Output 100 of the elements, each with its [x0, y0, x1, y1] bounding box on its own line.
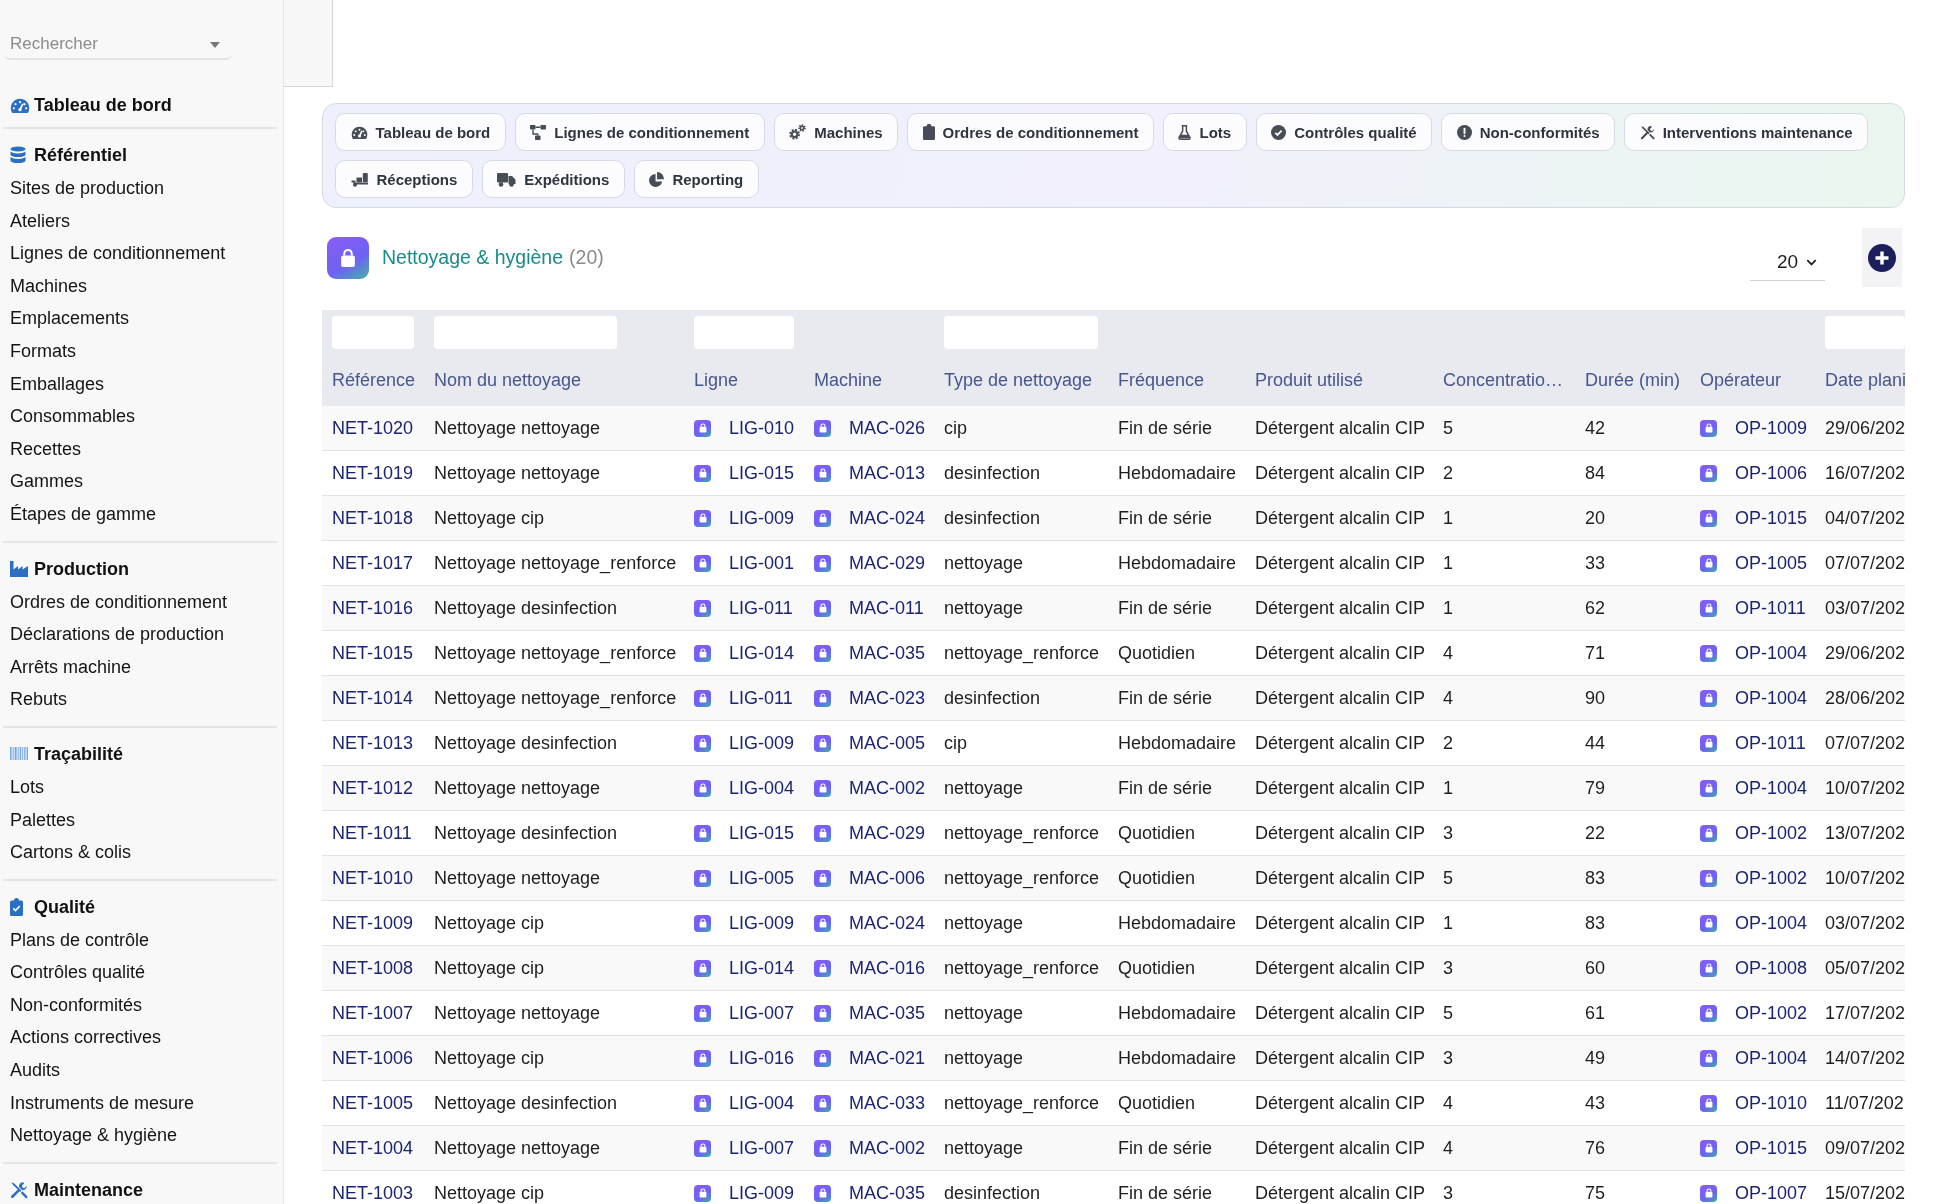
record-link[interactable]: NET-1012: [332, 778, 414, 798]
record-link[interactable]: LIG-014: [729, 643, 795, 663]
sidebar-item[interactable]: Sites de production: [0, 172, 283, 205]
sidebar-heading[interactable]: Référentiel: [34, 143, 128, 167]
sidebar-item[interactable]: Arrêts machine: [0, 650, 283, 684]
record-link[interactable]: MAC-021: [849, 1048, 926, 1068]
column-header[interactable]: Machine: [814, 370, 883, 390]
sidebar-item[interactable]: Déclarations de production: [0, 618, 283, 651]
record-link[interactable]: NET-1008: [332, 958, 414, 978]
record-link[interactable]: OP-1002: [1735, 823, 1808, 843]
record-link[interactable]: MAC-035: [849, 1003, 926, 1023]
sidebar-item[interactable]: Machines: [0, 269, 283, 303]
sidebar-item[interactable]: Contrôles qualité: [0, 956, 283, 989]
record-link[interactable]: MAC-013: [849, 463, 926, 483]
record-link[interactable]: MAC-002: [849, 778, 926, 798]
sidebar-item[interactable]: Emplacements: [0, 302, 283, 335]
sidebar-item[interactable]: Cartons & colis: [0, 836, 283, 869]
sidebar-item[interactable]: Palettes: [0, 803, 283, 837]
record-link[interactable]: OP-1004: [1735, 1048, 1808, 1068]
sidebar-item[interactable]: Nettoyage & hygiène: [0, 1119, 283, 1152]
column-header[interactable]: Date plani: [1825, 370, 1907, 390]
record-link[interactable]: OP-1007: [1735, 1183, 1808, 1203]
record-link[interactable]: OP-1004: [1735, 643, 1808, 663]
nav-tab[interactable]: Reporting: [633, 160, 759, 198]
record-link[interactable]: NET-1006: [332, 1048, 414, 1068]
nav-tab[interactable]: Machines: [773, 113, 899, 151]
sidebar-item[interactable]: Étapes de gamme: [0, 497, 283, 531]
record-link[interactable]: LIG-005: [729, 868, 795, 888]
record-link[interactable]: NET-1018: [332, 508, 414, 528]
record-link[interactable]: OP-1005: [1735, 553, 1808, 573]
sidebar-item[interactable]: Formats: [0, 334, 283, 368]
record-link[interactable]: NET-1004: [332, 1138, 414, 1158]
record-link[interactable]: OP-1006: [1735, 463, 1808, 483]
record-link[interactable]: OP-1011: [1735, 733, 1806, 753]
record-link[interactable]: NET-1005: [332, 1093, 414, 1113]
nav-tab[interactable]: Non-conformités: [1441, 113, 1616, 151]
record-link[interactable]: LIG-011: [729, 688, 793, 708]
record-link[interactable]: NET-1016: [332, 598, 414, 618]
record-link[interactable]: MAC-005: [849, 733, 926, 753]
sidebar-heading[interactable]: Tableau de bord: [34, 93, 172, 117]
record-link[interactable]: MAC-024: [849, 913, 926, 933]
record-link[interactable]: MAC-029: [849, 553, 926, 573]
nav-tab[interactable]: Interventions maintenance: [1624, 113, 1869, 151]
sidebar-item[interactable]: Lots: [0, 770, 283, 804]
sidebar-heading[interactable]: Maintenance: [34, 1177, 144, 1202]
nav-tab[interactable]: Contrôles qualité: [1255, 113, 1433, 151]
record-link[interactable]: OP-1015: [1735, 1138, 1808, 1158]
record-link[interactable]: LIG-004: [729, 778, 795, 798]
sidebar-item[interactable]: Plans de contrôle: [0, 923, 283, 957]
nav-tab[interactable]: Lignes de conditionnement: [514, 113, 765, 151]
sidebar-item[interactable]: Rebuts: [0, 683, 283, 716]
column-header[interactable]: Fréquence: [1118, 370, 1205, 390]
record-link[interactable]: LIG-009: [729, 733, 795, 753]
column-header[interactable]: Produit utilisé: [1255, 370, 1364, 390]
record-link[interactable]: OP-1002: [1735, 868, 1808, 888]
sidebar-item[interactable]: Recettes: [0, 432, 283, 466]
sidebar-item[interactable]: Non-conformités: [0, 988, 283, 1022]
record-link[interactable]: LIG-014: [729, 958, 795, 978]
record-link[interactable]: NET-1014: [332, 688, 414, 708]
record-link[interactable]: LIG-016: [729, 1048, 795, 1068]
record-link[interactable]: MAC-026: [849, 418, 926, 438]
record-link[interactable]: MAC-029: [849, 823, 926, 843]
sidebar-heading[interactable]: Qualité: [34, 894, 95, 919]
sidebar-item[interactable]: Ateliers: [0, 204, 283, 238]
sidebar-heading[interactable]: Production: [34, 556, 129, 581]
record-link[interactable]: OP-1008: [1735, 958, 1808, 978]
record-link[interactable]: MAC-016: [849, 958, 926, 978]
record-link[interactable]: MAC-024: [849, 508, 926, 528]
record-link[interactable]: LIG-015: [729, 463, 795, 483]
record-link[interactable]: OP-1010: [1735, 1093, 1808, 1113]
record-link[interactable]: LIG-001: [729, 553, 795, 573]
record-link[interactable]: NET-1003: [332, 1183, 414, 1203]
record-link[interactable]: OP-1004: [1735, 778, 1808, 798]
record-link[interactable]: MAC-035: [849, 1183, 926, 1203]
record-link[interactable]: NET-1011: [332, 823, 412, 843]
record-link[interactable]: MAC-011: [849, 598, 924, 618]
column-header[interactable]: Référence: [332, 370, 416, 390]
record-link[interactable]: LIG-011: [729, 598, 793, 618]
nav-tab[interactable]: Tableau de bord: [335, 113, 506, 151]
sidebar-item[interactable]: Consommables: [0, 400, 283, 433]
nav-tab[interactable]: Lots: [1162, 113, 1247, 151]
record-link[interactable]: OP-1011: [1735, 598, 1806, 618]
record-link[interactable]: NET-1009: [332, 913, 414, 933]
record-link[interactable]: LIG-004: [729, 1093, 795, 1113]
sidebar-item[interactable]: Audits: [0, 1054, 283, 1087]
record-link[interactable]: NET-1007: [332, 1003, 414, 1023]
nav-tab[interactable]: Réceptions: [335, 160, 473, 198]
record-link[interactable]: LIG-009: [729, 508, 795, 528]
page-size-select[interactable]: 20: [1750, 244, 1825, 281]
record-link[interactable]: NET-1019: [332, 463, 414, 483]
record-link[interactable]: NET-1017: [332, 553, 414, 573]
record-link[interactable]: LIG-009: [729, 1183, 795, 1203]
column-header[interactable]: Nom du nettoyage: [434, 370, 582, 390]
sidebar-item[interactable]: Emballages: [0, 367, 283, 401]
record-link[interactable]: MAC-023: [849, 688, 926, 708]
add-button[interactable]: [1862, 228, 1902, 287]
sidebar-item[interactable]: Lignes de conditionnement: [0, 237, 283, 270]
record-link[interactable]: LIG-007: [729, 1003, 795, 1023]
column-header[interactable]: Concentratio…: [1443, 370, 1564, 390]
nav-tab[interactable]: Ordres de conditionnement: [907, 113, 1154, 151]
